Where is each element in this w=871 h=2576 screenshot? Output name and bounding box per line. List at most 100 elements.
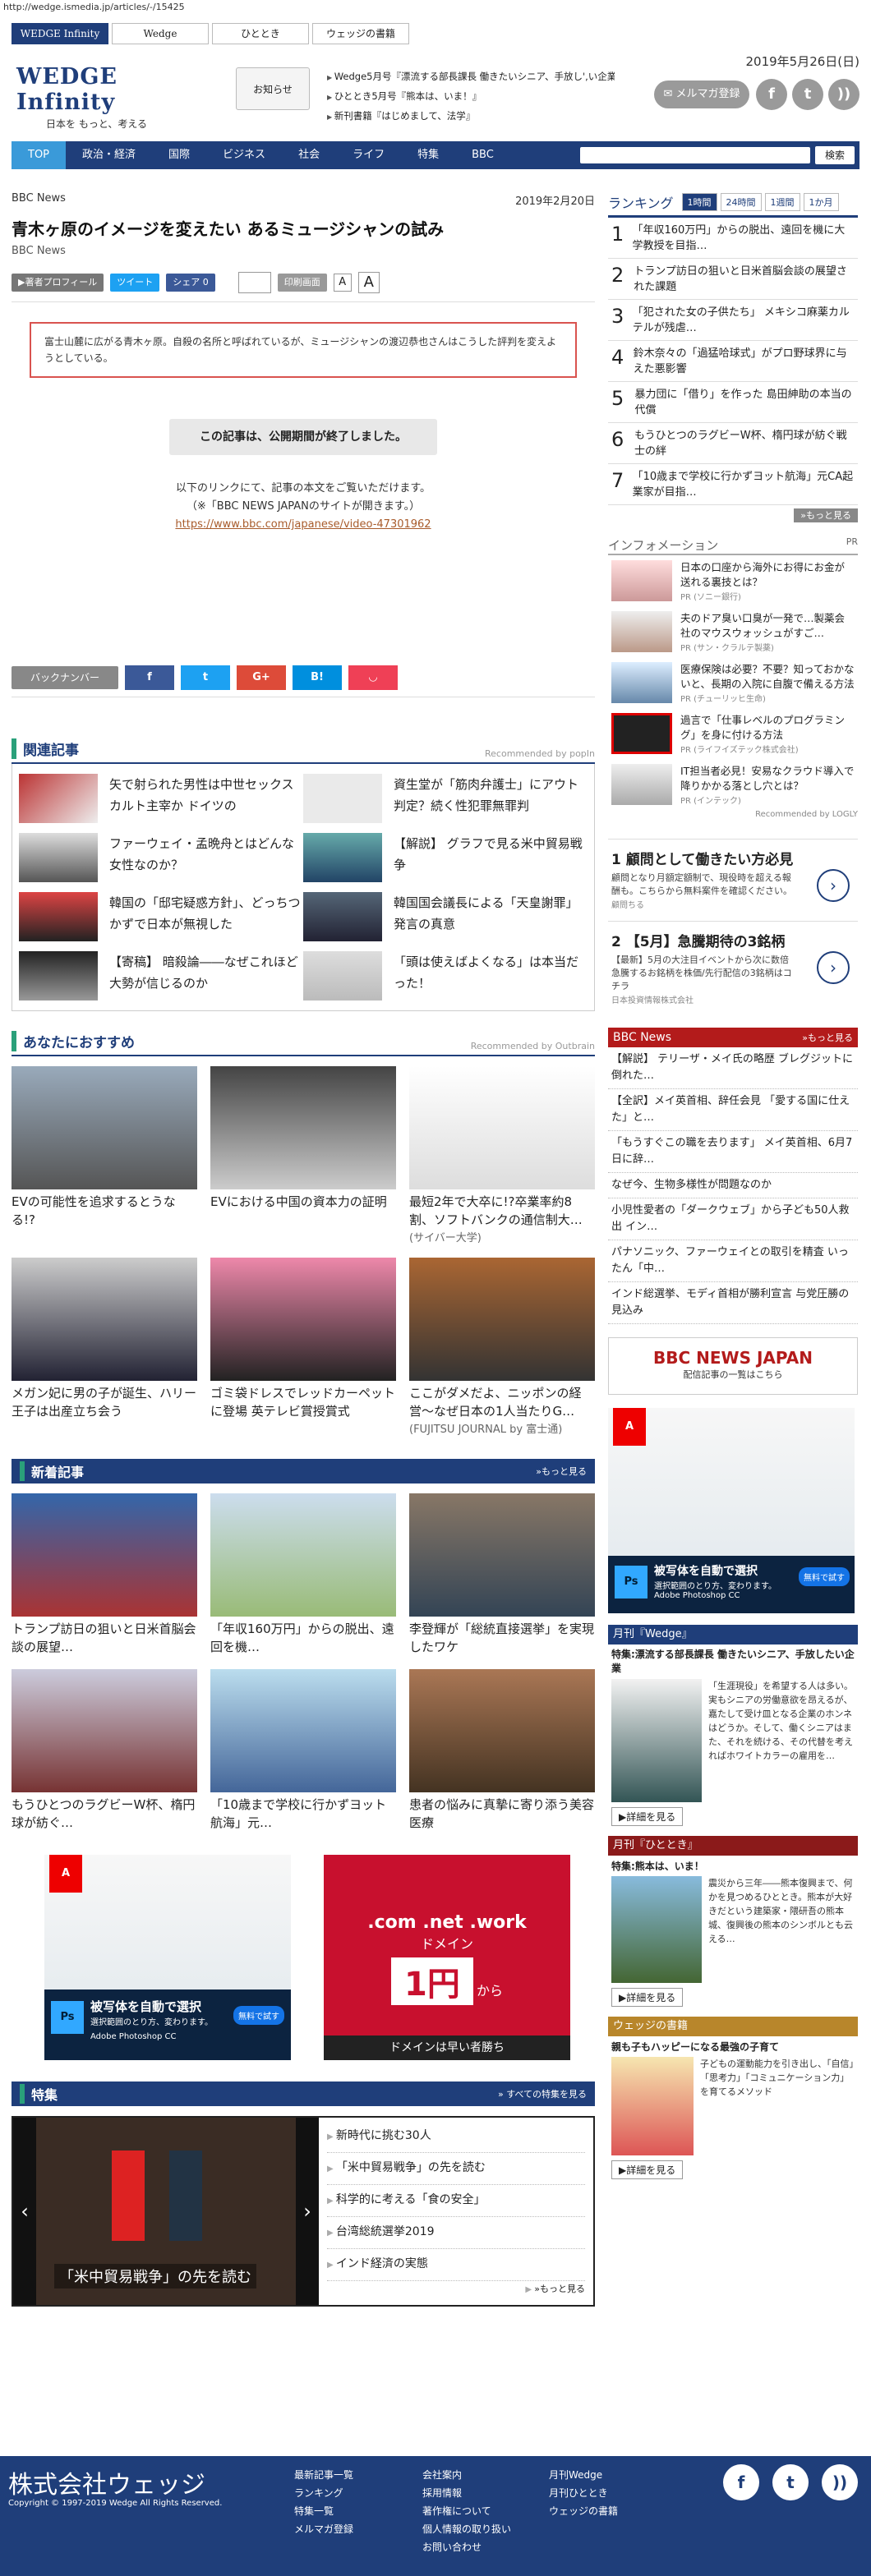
recommend-card[interactable]: ここがダメだよ、ニッポンの経営〜なぜ日本の1人当たりG… (FUJITSU JOU… bbox=[409, 1258, 595, 1436]
info-item[interactable]: 過言で「仕事レベルのプログラミング」を身に付ける方法 PR (ライフイズテック株式… bbox=[608, 708, 858, 759]
bbc-japan-banner[interactable]: BBC NEWS JAPAN 配信記事の一覧はこちら bbox=[608, 1337, 858, 1395]
recommend-card[interactable]: ゴミ袋ドレスでレッドカーペットに登場 英テレビ賞授賞式 bbox=[210, 1258, 396, 1436]
hatena-share-icon[interactable]: B! bbox=[293, 665, 342, 690]
bbc-item[interactable]: 「もうすぐこの職を去ります」 メイ英首相、6月7日に辞… bbox=[608, 1131, 858, 1173]
bbc-link[interactable]: https://www.bbc.com/japanese/video-47301… bbox=[175, 518, 431, 531]
font-large-icon[interactable]: A bbox=[357, 272, 380, 293]
topnav-hitotoki[interactable]: ひととき bbox=[212, 23, 309, 44]
topnav-wedge-infinity[interactable]: WEDGE Infinity bbox=[12, 23, 108, 44]
tokushu-item[interactable]: 「米中貿易戦争」の先を読む bbox=[327, 2153, 585, 2185]
ranking-item[interactable]: 6 もうひとつのラグビーW杯、楕円球が紡ぐ戦士の絆 bbox=[608, 423, 858, 464]
related-item[interactable]: 「頭は使えばよくなる」は本当だった！ bbox=[303, 948, 588, 1007]
chevron-right-icon[interactable]: › bbox=[817, 869, 850, 902]
url-bar[interactable]: http://wedge.ismedia.jp/articles/-/15425 bbox=[0, 0, 871, 14]
recommend-card[interactable]: EVにおける中国の資本力の証明 bbox=[210, 1066, 396, 1244]
rss-icon[interactable]: )) bbox=[828, 79, 859, 110]
ranking-item[interactable]: 3 「犯された女の子供たち」 メキシコ麻薬カルテルが残虐… bbox=[608, 300, 858, 341]
hitotoki-detail-button[interactable]: ▶詳細を見る bbox=[611, 1988, 684, 2007]
side-adobe-ad[interactable]: A Ps 被写体を自動で選択 選択範囲のとり方、変わります。 Adobe Pho… bbox=[608, 1408, 855, 1613]
facebook-share-icon[interactable]: f bbox=[125, 665, 174, 690]
book-title[interactable]: 親も子もハッピーになる最強の子育て bbox=[608, 2036, 858, 2057]
bbc-item[interactable]: なぜ今、生物多様性が問題なのか bbox=[608, 1173, 858, 1198]
footer-link[interactable]: 最新記事一覧 bbox=[294, 2466, 353, 2484]
onamae-ad[interactable]: .com .net .work ドメイン 1円 から ドメインは早い者勝ち bbox=[324, 1855, 570, 2060]
bbc-item[interactable]: 【全訳】メイ英首相、辞任会見 「愛する国に仕えた」と… bbox=[608, 1089, 858, 1131]
footer-link[interactable]: 著作権について bbox=[422, 2502, 511, 2520]
footer-facebook-icon[interactable]: f bbox=[723, 2464, 759, 2500]
tokushu-all-link[interactable]: » すべての特集を見る bbox=[498, 2087, 587, 2100]
newest-card[interactable]: トランプ訪日の狙いと日米首脳会談の展望… bbox=[12, 1493, 197, 1656]
footer-link[interactable]: 会社案内 bbox=[422, 2466, 511, 2484]
info-item[interactable]: 医療保険は必要？不要？知っておかないと、長期の入院に自腹で備える方法 PR (チュ… bbox=[608, 657, 858, 708]
footer-link[interactable]: 個人情報の取り扱い bbox=[422, 2520, 511, 2538]
ranking-item[interactable]: 4 鈴木奈々の「過猛哈球式」がプロ野球界に与えた悪影響 bbox=[608, 341, 858, 382]
carousel-next-icon[interactable]: › bbox=[296, 2118, 319, 2305]
footer-link[interactable]: 特集一覧 bbox=[294, 2502, 353, 2520]
tokushu-item[interactable]: 科学的に考える「食の安全」 bbox=[327, 2185, 585, 2217]
outbrain-credit[interactable]: Recommended by Outbrain bbox=[471, 1041, 595, 1051]
ranking-tab[interactable]: 1時間 bbox=[681, 193, 717, 211]
footer-rss-icon[interactable]: )) bbox=[822, 2464, 858, 2500]
nav-bbc[interactable]: BBC bbox=[455, 141, 510, 169]
bbc-item[interactable]: 小児性愛者の「ダークウェブ」から子ども50人救出 イン… bbox=[608, 1198, 858, 1240]
side-ad-1[interactable]: 1 顧問として働きたい方必見 顧問となり月額定額制で、現役時を超える報酬も。こち… bbox=[608, 839, 858, 921]
ranking-item[interactable]: 5 暴力団に「借り」を作った 島田紳助の本当の代償 bbox=[608, 382, 858, 423]
notice-button[interactable]: お知らせ bbox=[236, 67, 310, 110]
ranking-more-button[interactable]: »もっと見る bbox=[794, 508, 858, 522]
related-item[interactable]: 矢で射られた男性は中世セックスカルト主宰か ドイツの bbox=[19, 770, 303, 830]
pocket-share-icon[interactable]: ◡ bbox=[348, 665, 398, 690]
wedge-issue-title[interactable]: 特集:漂流する部長課長 働きたいシニア、手放したい企業 bbox=[608, 1644, 858, 1679]
related-item[interactable]: 【解説】 グラフで見る米中貿易戦争 bbox=[303, 830, 588, 889]
book-cover[interactable] bbox=[611, 2057, 694, 2155]
book-detail-button[interactable]: ▶詳細を見る bbox=[611, 2160, 684, 2179]
topnav-wedge[interactable]: Wedge bbox=[112, 23, 209, 44]
bbc-item[interactable]: インド総選挙、モディ首相が勝利宣言 与党圧勝の見込み bbox=[608, 1282, 858, 1324]
twitter-icon[interactable]: t bbox=[792, 79, 823, 110]
ranking-tab[interactable]: 1か月 bbox=[803, 193, 839, 211]
footer-link[interactable]: ウェッジの書籍 bbox=[549, 2502, 618, 2520]
facebook-icon[interactable]: f bbox=[756, 79, 787, 110]
nav-society[interactable]: 社会 bbox=[282, 141, 336, 169]
hitotoki-issue-title[interactable]: 特集:熊本は、いま！ bbox=[608, 1856, 858, 1876]
adobe-ad[interactable]: A Ps 被写体を自動で選択 選択範囲のとり方、変わります。 Adobe Pho… bbox=[44, 1855, 291, 2060]
newest-card[interactable]: 「年収160万円」からの脱出、遠回を機… bbox=[210, 1493, 396, 1656]
tokushu-item[interactable]: 台湾総統選挙2019 bbox=[327, 2217, 585, 2249]
ranking-item[interactable]: 7 「10歳まで学校に行かずヨット航海」元CA起業家が目指… bbox=[608, 464, 858, 505]
ranking-item[interactable]: 2 トランプ訪日の狙いと日米首脳会談の展望された課題 bbox=[608, 259, 858, 300]
fb-share-button[interactable]: シェア 0 bbox=[166, 274, 215, 292]
info-item[interactable]: 日本の口座から海外にお得にお金が送れる裏技とは？ PR (ソニー銀行) bbox=[608, 555, 858, 606]
recommend-card[interactable]: 最短2年で大卒に!?卒業率約8割、ソフトバンクの通信制大… (サイバー大学) bbox=[409, 1066, 595, 1244]
bbc-item[interactable]: パナソニック、ファーウェイとの取引を精査 いったん「中… bbox=[608, 1240, 858, 1282]
carousel-prev-icon[interactable]: ‹ bbox=[13, 2118, 36, 2305]
font-small-icon[interactable]: A bbox=[333, 274, 352, 292]
footer-link[interactable]: 採用情報 bbox=[422, 2484, 511, 2502]
popin-credit[interactable]: Recommended by popIn bbox=[485, 748, 595, 759]
logly-credit[interactable]: Recommended by LOGLY bbox=[608, 810, 858, 819]
backnumber-button[interactable]: バックナンバー bbox=[12, 666, 118, 689]
mail-icon[interactable] bbox=[237, 272, 271, 293]
related-item[interactable]: 【寄稿】 暗殺論――なぜこれほど大勢が信じるのか bbox=[19, 948, 303, 1007]
print-button[interactable]: 印刷画面 bbox=[277, 274, 327, 292]
twitter-share-icon[interactable]: t bbox=[181, 665, 230, 690]
nav-international[interactable]: 国際 bbox=[152, 141, 206, 169]
googleplus-share-icon[interactable]: G+ bbox=[237, 665, 286, 690]
newest-card[interactable]: もうひとつのラグビーW杯、楕円球が紡ぐ… bbox=[12, 1669, 197, 1832]
tweet-button[interactable]: ツイート bbox=[110, 274, 160, 292]
newest-card[interactable]: 患者の悩みに真摯に寄り添う美容医療 bbox=[409, 1669, 595, 1832]
site-logo[interactable]: WEDGE Infinity 日本を もっと、考える bbox=[16, 64, 222, 130]
footer-link[interactable]: ランキング bbox=[294, 2484, 353, 2502]
newest-more-link[interactable]: »もっと見る bbox=[536, 1465, 587, 1478]
footer-link[interactable]: お問い合わせ bbox=[422, 2538, 511, 2556]
bbc-more-link[interactable]: »もっと見る bbox=[802, 1031, 853, 1044]
info-item[interactable]: IT担当者必見！安易なクラウド導入で降りかかる落とし穴とは？ PR (インテック) bbox=[608, 759, 858, 810]
tokushu-item[interactable]: インド経済の実態 bbox=[327, 2249, 585, 2281]
newsletter-button[interactable]: ✉ メルマガ登録 bbox=[654, 80, 749, 108]
footer-link[interactable]: メルマガ登録 bbox=[294, 2520, 353, 2538]
ad-cta[interactable]: 無料で試す bbox=[799, 1567, 850, 1586]
ranking-item[interactable]: 1 「年収160万円」からの脱出、遠回を機に大学教授を目指… bbox=[608, 218, 858, 259]
related-item[interactable]: 韓国の「邸宅疑惑方針」、どっちつかずで日本が無視した bbox=[19, 889, 303, 948]
ranking-tab[interactable]: 24時間 bbox=[720, 193, 762, 211]
search-input[interactable] bbox=[580, 147, 810, 163]
topnav-books[interactable]: ウェッジの書籍 bbox=[312, 23, 409, 44]
nav-top[interactable]: TOP bbox=[12, 141, 67, 169]
